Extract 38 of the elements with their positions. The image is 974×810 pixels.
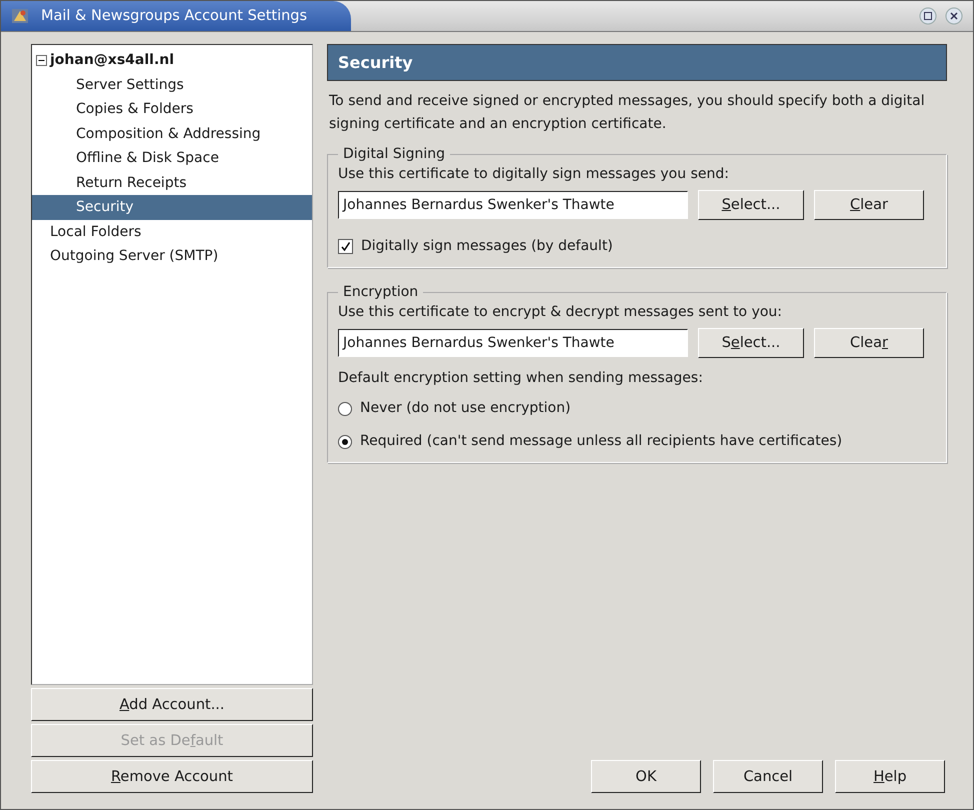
field-label: Use this certificate to digitally sign messages you send: (338, 166, 730, 182)
radio-button[interactable] (338, 402, 352, 416)
app-icon (11, 7, 29, 25)
radio-button[interactable] (338, 434, 352, 448)
tree-item[interactable]: Security (32, 195, 312, 220)
clear-button[interactable]: Clear (814, 190, 924, 220)
clear-button[interactable]: Clear (814, 328, 924, 358)
tree-item[interactable]: Server Settings (32, 72, 312, 97)
account-button[interactable]: Remove Account (31, 760, 313, 793)
radio-label: Never (do not use encryption) (360, 399, 571, 418)
certificate-field[interactable]: Johannes Bernardus Swenker's Thawte (338, 191, 688, 219)
tree-item[interactable]: Offline & Disk Space (32, 146, 312, 170)
collapse-icon[interactable] (36, 54, 47, 66)
dialog-button[interactable]: OK (591, 760, 701, 793)
window-title: Mail & Newsgroups Account Settings (41, 8, 308, 24)
tree-item[interactable]: Composition & Addressing (32, 122, 312, 146)
maximize-icon[interactable] (919, 7, 937, 25)
close-icon[interactable] (945, 7, 963, 25)
field-label: Use this certificate to encrypt & decrypt messages sent to you: (338, 304, 784, 320)
tree-item[interactable]: johan@xs4all.nl (32, 48, 312, 72)
checkbox-label: Digitally sign messages (by default) (361, 237, 613, 256)
dialog-button[interactable]: Help (835, 760, 945, 793)
panel-header: Security (327, 44, 947, 81)
group-legend: Encryption (338, 284, 424, 300)
tree-item[interactable]: Local Folders (32, 220, 312, 244)
intro-text: To send and receive signed or encrypted messages, you should specify both a digital signing certificate and an encryption certificate. (329, 92, 926, 134)
dialog-button[interactable]: Cancel (713, 760, 823, 793)
tree-item[interactable]: Return Receipts (32, 170, 312, 195)
select-button[interactable]: Select... (698, 190, 804, 220)
radio-label: Required (can't send message unless all recipients have certificates) (360, 432, 842, 451)
certificate-field[interactable]: Johannes Bernardus Swenker's Thawte (338, 329, 688, 357)
account-button[interactable]: Add Account... (31, 688, 313, 721)
field-label: Default encryption setting when sending messages: (338, 370, 704, 386)
select-button[interactable]: Select... (698, 328, 804, 358)
tree-item[interactable]: Outgoing Server (SMTP) (32, 244, 312, 268)
checkbox[interactable] (338, 239, 353, 254)
group-legend: Digital Signing (338, 146, 450, 162)
tree-item[interactable]: Copies & Folders (32, 97, 312, 122)
